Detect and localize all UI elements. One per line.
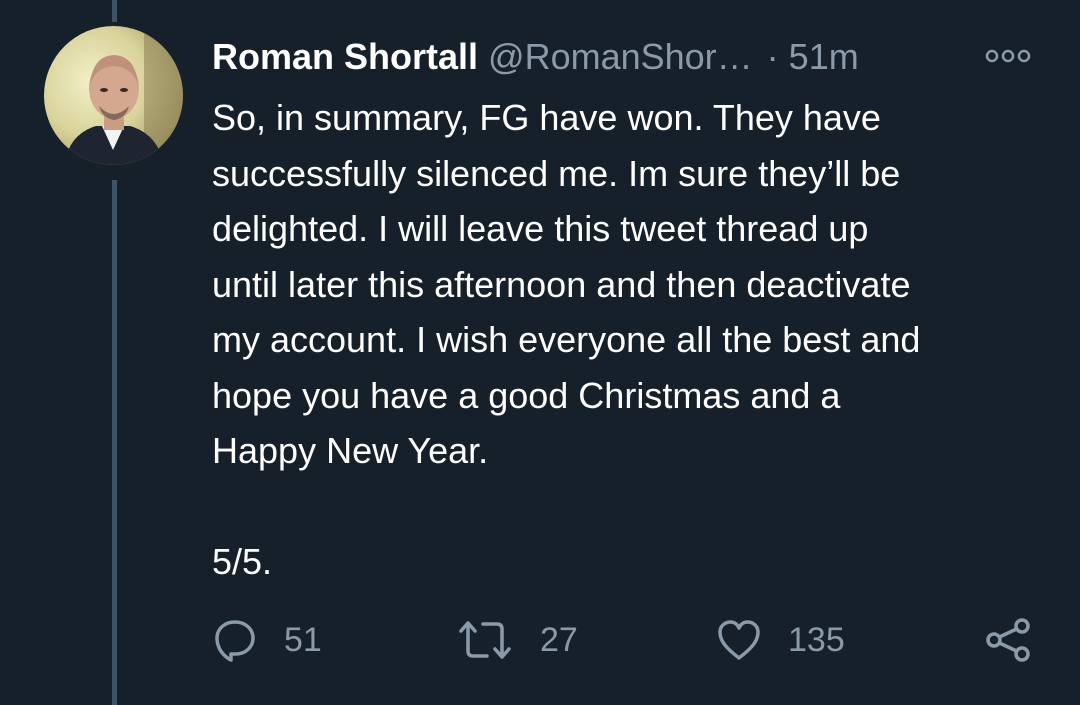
header-separator: · [766,36,779,77]
author-handle[interactable]: @RomanShor… [488,36,753,77]
avatar[interactable] [44,26,183,165]
reply-button[interactable]: 51 [212,612,322,668]
share-icon [986,618,1030,662]
reply-count: 51 [284,620,322,659]
tweet-header: Roman Shortall @RomanShor… · 51m [212,32,1042,82]
thread-connector-top [112,0,117,22]
more-options-icon[interactable] [985,47,1031,65]
tweet-text: So, in summary, FG have won. They have s… [212,97,921,582]
retweet-count: 27 [540,620,578,659]
retweet-button[interactable]: 27 [456,612,578,668]
tweet-actions: 51 27 135 [0,612,1080,668]
share-button[interactable] [984,612,1032,668]
like-button[interactable]: 135 [716,612,845,668]
reply-icon [215,620,255,662]
retweet-icon [459,621,511,659]
heart-icon [718,620,760,660]
author-name[interactable]: Roman Shortall [212,36,478,77]
like-count: 135 [788,620,845,659]
timestamp[interactable]: 51m [789,36,859,77]
